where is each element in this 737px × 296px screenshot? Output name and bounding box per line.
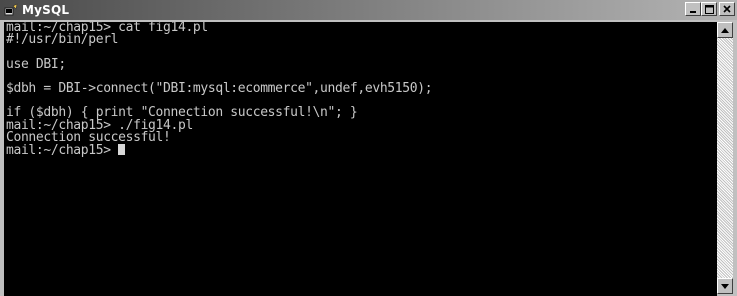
scroll-down-arrow-icon: [721, 283, 729, 289]
close-icon: [723, 5, 731, 13]
window-title: MySQL: [22, 3, 70, 17]
terminal-prompt-line[interactable]: mail:~/chap15>: [4, 142, 717, 158]
terminal-prompt: mail:~/chap15>: [6, 142, 119, 158]
scroll-down-button[interactable]: [717, 278, 733, 294]
close-button[interactable]: [719, 2, 735, 16]
maximize-icon: [704, 4, 714, 14]
text-cursor: [118, 143, 126, 155]
terminal-window-icon[interactable]: [3, 2, 19, 18]
scrollbar-track[interactable]: [717, 38, 733, 278]
mysql-window: MySQL mail:~/chap15> cat fig14.pl #!/usr…: [0, 0, 737, 296]
window-frame-edge: [733, 20, 737, 296]
vertical-scrollbar[interactable]: [717, 22, 733, 294]
terminal-line: #!/usr/bin/perl: [6, 32, 119, 48]
title-bar[interactable]: MySQL: [0, 0, 737, 20]
maximize-button[interactable]: [701, 2, 717, 16]
scroll-up-arrow-icon: [721, 27, 729, 33]
terminal-line: $dbh = DBI->connect("DBI:mysql:ecommerce…: [6, 80, 433, 96]
terminal-line: use DBI;: [6, 56, 66, 72]
terminal-output[interactable]: mail:~/chap15> cat fig14.pl #!/usr/bin/p…: [4, 22, 717, 296]
scroll-up-button[interactable]: [717, 22, 733, 38]
minimize-icon: [690, 10, 696, 13]
minimize-button[interactable]: [685, 2, 701, 16]
